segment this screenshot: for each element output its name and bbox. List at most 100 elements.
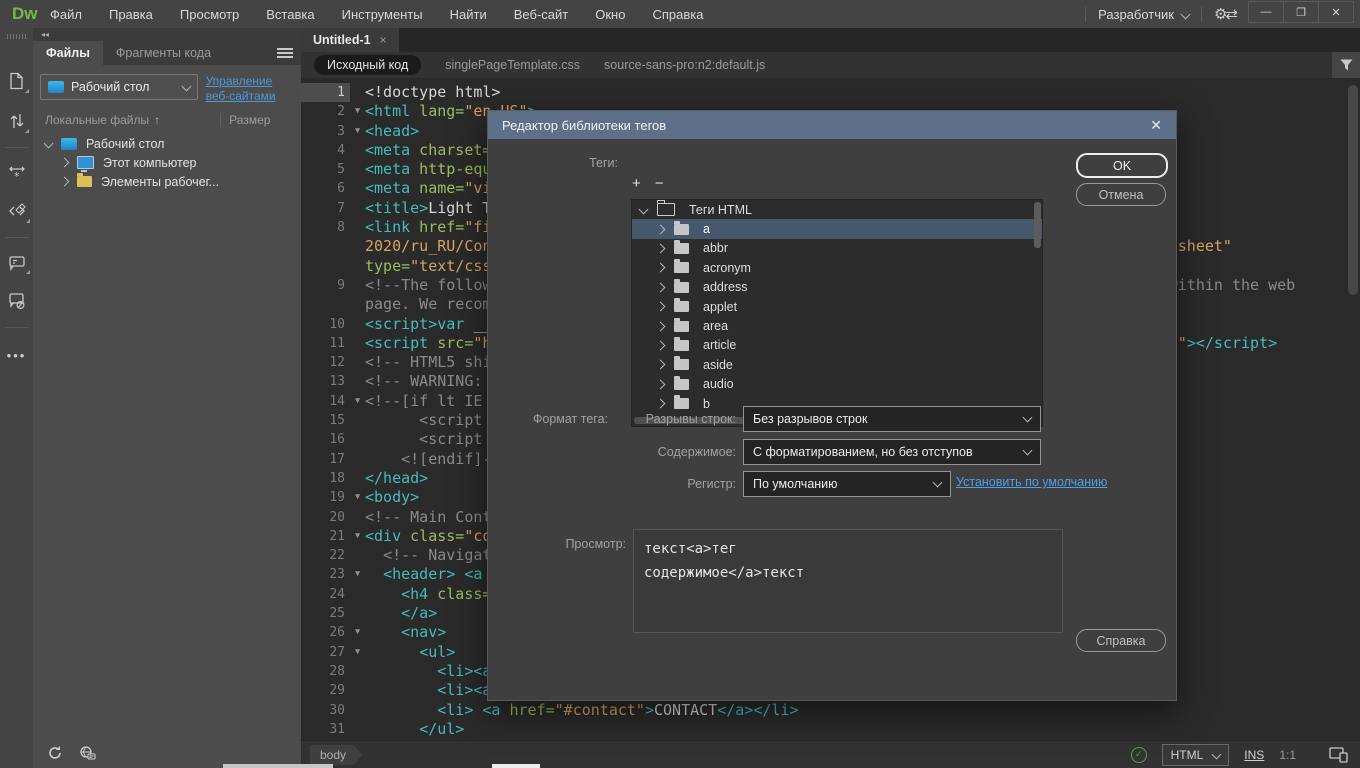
restore-button[interactable]: ❐ (1283, 2, 1318, 22)
document-tab[interactable]: Untitled-1 × (301, 28, 399, 52)
chevron-right-icon[interactable] (656, 282, 666, 292)
chevron-right-icon[interactable] (656, 224, 666, 234)
fold-arrow-icon[interactable]: ▼ (350, 488, 365, 507)
tag-tree-item[interactable]: acronym (632, 258, 1042, 277)
chevron-right-icon[interactable] (656, 360, 666, 370)
menu-item[interactable]: Просмотр (180, 7, 239, 22)
line-breaks-select[interactable]: Без разрывов строк (743, 406, 1041, 432)
fold-arrow-icon[interactable]: ▼ (350, 527, 365, 546)
doctype-selector[interactable]: HTML (1162, 744, 1230, 766)
sync-settings-icon[interactable]: ⚙⇄ (1214, 5, 1236, 23)
gutter-space (350, 160, 365, 179)
insert-mode-indicator[interactable]: INS (1244, 748, 1264, 762)
chevron-right-icon[interactable] (656, 399, 666, 409)
files-tree-item[interactable]: Рабочий стол (33, 134, 301, 153)
column-size[interactable]: Размер (229, 113, 270, 127)
manage-sites-link[interactable]: Управление веб-сайтами (206, 74, 295, 104)
scrollbar-thumb[interactable] (1348, 85, 1358, 295)
tag-tree-item[interactable]: area (632, 316, 1042, 335)
tag-tree-root[interactable]: Теги HTML (632, 200, 1042, 219)
code-line[interactable]: 31 </ul> (301, 720, 1360, 739)
files-tree-item[interactable]: Этот компьютер (33, 153, 301, 172)
menu-item[interactable]: Справка (652, 7, 703, 22)
set-default-link[interactable]: Установить по умолчанию (956, 475, 1107, 489)
menu-item[interactable]: Веб-сайт (514, 7, 568, 22)
chevron-right-icon[interactable] (656, 321, 666, 331)
chevron-right-icon[interactable] (656, 340, 666, 350)
fold-arrow-icon[interactable]: ▼ (350, 643, 365, 662)
chevron-right-icon[interactable] (60, 177, 70, 187)
fold-arrow-icon[interactable]: ▼ (350, 102, 365, 121)
chevron-right-icon[interactable] (60, 158, 70, 168)
drag-handle[interactable] (7, 34, 27, 39)
dialog-close-icon[interactable]: ✕ (1150, 117, 1162, 134)
cancel-button[interactable]: Отмена (1076, 183, 1166, 206)
case-select[interactable]: По умолчанию (743, 471, 951, 497)
gutter-space (350, 334, 365, 353)
lint-ok-icon[interactable]: ✓ (1131, 747, 1147, 763)
chevron-right-icon[interactable] (656, 244, 666, 254)
line-number: 31 (301, 720, 350, 739)
tag-tree-item[interactable]: address (632, 278, 1042, 297)
tag-tree-item[interactable]: audio (632, 375, 1042, 394)
site-selector[interactable]: Рабочий стол (40, 74, 198, 100)
close-button[interactable]: ✕ (1318, 2, 1353, 22)
tab-code-snippets[interactable]: Фрагменты кода (103, 41, 224, 65)
live-view-swap-icon[interactable]: * (8, 165, 26, 181)
contents-select[interactable]: С форматированием, но без отступов (743, 439, 1041, 465)
file-management-icon[interactable] (9, 112, 25, 130)
connect-preview-icon[interactable] (79, 745, 96, 761)
line-breaks-label: Разрывы строк: (616, 412, 736, 426)
related-file[interactable]: singlePageTemplate.css (445, 58, 580, 72)
menu-item[interactable]: Найти (450, 7, 487, 22)
comments-icon[interactable] (8, 255, 26, 271)
more-tools-icon[interactable]: ••• (7, 348, 27, 363)
tag-tree-item[interactable]: a (632, 219, 1042, 238)
minimize-button[interactable]: — (1249, 2, 1283, 22)
comments-disabled-icon[interactable] (8, 293, 26, 310)
fold-arrow-icon[interactable]: ▼ (350, 623, 365, 642)
menu-item[interactable]: Правка (109, 7, 153, 22)
tag-tree-item[interactable]: abbr (632, 239, 1042, 258)
collapse-panel-button[interactable]: ◂◂ (33, 28, 301, 41)
code-line[interactable]: 30 <li> <a href="#contact">CONTACT</a></… (301, 701, 1360, 720)
help-button[interactable]: Справка (1076, 629, 1166, 652)
close-tab-icon[interactable]: × (380, 33, 387, 47)
fold-arrow-icon[interactable]: ▼ (350, 565, 365, 584)
related-file[interactable]: Исходный код (314, 55, 421, 75)
code-line[interactable]: 1<!doctype html> (301, 83, 1360, 102)
menu-item[interactable]: Инструменты (342, 7, 423, 22)
tag-selector-body[interactable]: body (310, 745, 362, 765)
chevron-right-icon[interactable] (656, 263, 666, 273)
remove-tag-button[interactable]: − (655, 175, 664, 192)
menu-item[interactable]: Файл (50, 7, 82, 22)
chevron-down-icon[interactable] (44, 139, 54, 149)
dialog-title-bar[interactable]: Редактор библиотеки тегов ✕ (488, 111, 1176, 139)
related-file[interactable]: source-sans-pro:n2:default.js (604, 58, 765, 72)
add-tag-button[interactable]: + (632, 175, 641, 192)
code-inspect-icon[interactable] (8, 203, 26, 220)
tag-tree-item[interactable]: applet (632, 297, 1042, 316)
scrollbar-thumb[interactable] (1034, 202, 1041, 248)
tag-tree-item[interactable]: article (632, 336, 1042, 355)
panel-menu-icon[interactable] (277, 46, 293, 60)
chevron-right-icon[interactable] (656, 302, 666, 312)
chevron-right-icon[interactable] (656, 379, 666, 389)
menu-item[interactable]: Вставка (266, 7, 314, 22)
line-number: 25 (301, 604, 350, 623)
ok-button[interactable]: OK (1076, 153, 1168, 178)
open-documents-icon[interactable] (8, 72, 25, 90)
separator (220, 113, 221, 127)
column-local-files[interactable]: Локальные файлы (45, 113, 149, 127)
refresh-icon[interactable] (47, 745, 63, 761)
preview-in-device-icon[interactable] (1329, 747, 1348, 763)
fold-arrow-icon[interactable]: ▼ (350, 122, 365, 141)
tab-files[interactable]: Файлы (33, 41, 103, 65)
tag-tree-item[interactable]: aside (632, 355, 1042, 374)
filter-icon[interactable] (1332, 52, 1360, 78)
menu-item[interactable]: Окно (595, 7, 625, 22)
workspace-switcher[interactable]: Разработчик (1098, 7, 1189, 22)
files-tree-item[interactable]: Элементы рабочег... (33, 172, 301, 191)
fold-arrow-icon[interactable]: ▼ (350, 392, 365, 411)
chevron-down-icon[interactable] (639, 205, 649, 215)
